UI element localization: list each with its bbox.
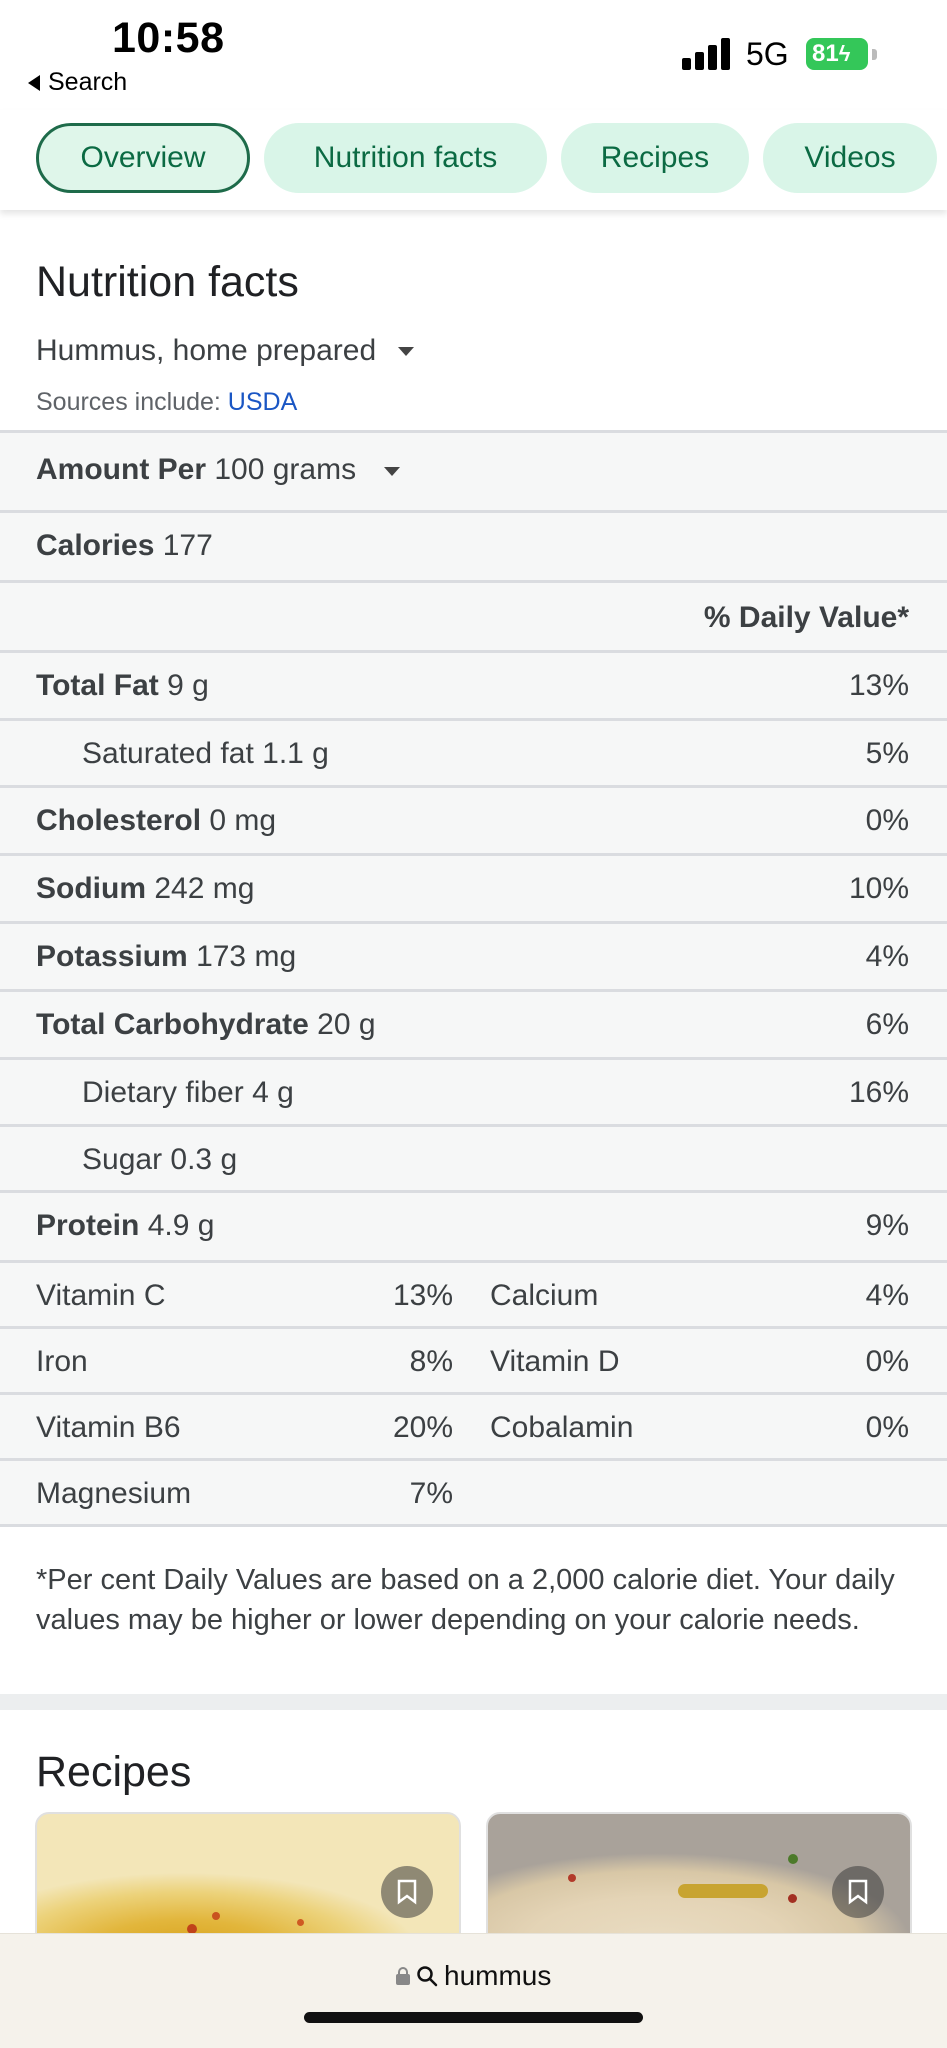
address-query: hummus	[444, 1960, 552, 1991]
nutrient-label: Protein	[36, 1209, 140, 1242]
vitamin-name: Magnesium	[36, 1477, 192, 1510]
nutrient-pct: 4%	[865, 940, 909, 973]
nutrient-row: Total Carbohydrate 20 g 6%	[0, 992, 947, 1060]
calories-row: Calories 177	[0, 513, 947, 583]
daily-value-footnote: *Per cent Daily Values are based on a 2,…	[36, 1564, 895, 1636]
nutrient-row: Sodium 242 mg 10%	[0, 856, 947, 924]
nutrient-label: Cholesterol	[36, 804, 202, 837]
amount-label: Amount Per	[36, 453, 207, 486]
back-label: Search	[48, 68, 128, 96]
back-to-search[interactable]: Search	[28, 68, 127, 97]
section-chips: Overview Nutrition facts Recipes Videos	[0, 110, 947, 210]
nutrient-row: Potassium 173 mg 4%	[0, 924, 947, 992]
vitamin-row: Vitamin B6 20% Cobalamin 0%	[0, 1395, 947, 1461]
nutrient-label: Total Fat	[36, 669, 159, 702]
calories-label: Calories	[36, 529, 155, 562]
food-selector[interactable]: Hummus, home prepared	[36, 334, 415, 368]
sources: Sources include: USDA	[36, 388, 297, 417]
lock-icon	[396, 1967, 410, 1985]
back-arrow-icon	[28, 74, 40, 91]
nutrient-row: Sugar 0.3 g	[0, 1127, 947, 1193]
nutrient-label: Potassium	[36, 940, 188, 973]
vitamin-name: Vitamin C	[36, 1279, 166, 1312]
bookmark-icon[interactable]	[832, 1866, 884, 1918]
network-type: 5G	[746, 36, 789, 72]
vitamin-pct: 8%	[409, 1345, 453, 1378]
chip-videos[interactable]: Videos	[763, 123, 937, 193]
nutrient-label: Saturated fat	[82, 737, 254, 770]
nutrient-amount: 242 mg	[154, 872, 255, 905]
nutrient-amount: 20 g	[317, 1008, 376, 1041]
sources-prefix: Sources include:	[36, 388, 221, 416]
vitamin-name: Iron	[36, 1345, 88, 1378]
nutrient-row: Cholesterol 0 mg 0%	[0, 788, 947, 856]
nutrient-pct: 5%	[865, 737, 909, 770]
vitamin-row: Vitamin C 13% Calcium 4%	[0, 1263, 947, 1329]
nutrient-label: Dietary fiber	[82, 1076, 244, 1109]
home-indicator	[304, 2012, 643, 2023]
address-bar[interactable]: hummus	[396, 1960, 551, 1992]
calories-value: 177	[162, 529, 213, 562]
vitamin-pct: 7%	[409, 1477, 453, 1510]
vitamins-grid: Vitamin C 13% Calcium 4% Iron 8% Vitamin…	[0, 1263, 947, 1527]
nutrient-label: Total Carbohydrate	[36, 1008, 309, 1041]
nutrient-amount: 0 mg	[209, 804, 277, 837]
vitamin-name: Vitamin D	[490, 1345, 620, 1378]
nutrient-row: Saturated fat 1.1 g 5%	[0, 721, 947, 788]
vitamin-row: Magnesium 7%	[0, 1461, 947, 1527]
nutrition-title: Nutrition facts	[36, 258, 299, 306]
nutrient-pct: 10%	[848, 872, 909, 905]
chip-nutrition-facts[interactable]: Nutrition facts	[264, 123, 547, 193]
nutrient-amount: 9 g	[167, 669, 209, 702]
nutrition-table: Amount Per 100 grams Calories 177 % Dail…	[0, 430, 947, 1527]
nutrient-pct: 6%	[865, 1008, 909, 1041]
nutrient-row: Total Fat 9 g 13%	[0, 653, 947, 721]
bookmark-icon[interactable]	[381, 1866, 433, 1918]
battery-level: 81	[812, 40, 839, 67]
nutrient-amount: 4.9 g	[147, 1209, 215, 1242]
clock: 10:58	[112, 14, 225, 62]
vitamin-name: Calcium	[490, 1279, 599, 1312]
vitamin-pct: 0%	[865, 1411, 909, 1444]
vitamin-pct: 0%	[865, 1345, 909, 1378]
nutrient-row: Protein 4.9 g 9%	[0, 1193, 947, 1263]
browser-bottom-bar: hummus	[0, 1933, 947, 2048]
nutrient-row: Dietary fiber 4 g 16%	[0, 1060, 947, 1127]
daily-value-header: % Daily Value*	[703, 601, 909, 634]
chip-recipes[interactable]: Recipes	[561, 123, 749, 193]
food-name: Hummus, home prepared	[36, 334, 377, 367]
nutrient-pct: 9%	[865, 1209, 909, 1242]
nutrient-amount: 173 mg	[196, 940, 297, 973]
nutrient-amount: 0.3 g	[170, 1143, 238, 1176]
battery-icon: 81 ϟ	[806, 38, 877, 70]
signal-icon	[682, 38, 732, 70]
status-bar: 10:58 Search 5G 81 ϟ	[0, 0, 947, 110]
vitamin-name: Cobalamin	[490, 1411, 634, 1444]
vitamin-pct: 20%	[392, 1411, 453, 1444]
dropdown-caret-icon	[384, 466, 401, 476]
daily-value-header-row: % Daily Value*	[0, 583, 947, 653]
nutrient-pct: 16%	[848, 1076, 909, 1109]
amount-value: 100 grams	[214, 453, 357, 486]
recipes-title: Recipes	[36, 1748, 192, 1796]
usda-link[interactable]: USDA	[228, 388, 297, 416]
nutrient-label: Sodium	[36, 872, 146, 905]
nutrient-label: Sugar	[82, 1143, 163, 1176]
dropdown-caret-icon	[398, 346, 415, 356]
section-divider	[0, 1694, 947, 1710]
vitamin-row: Iron 8% Vitamin D 0%	[0, 1329, 947, 1395]
nutrient-pct: 0%	[865, 804, 909, 837]
nutrient-amount: 4 g	[252, 1076, 294, 1109]
search-icon	[417, 1966, 438, 1987]
vitamin-pct: 4%	[865, 1279, 909, 1312]
vitamin-name: Vitamin B6	[36, 1411, 181, 1444]
amount-row[interactable]: Amount Per 100 grams	[0, 433, 947, 513]
vitamin-pct: 13%	[392, 1279, 453, 1312]
nutrient-amount: 1.1 g	[262, 737, 329, 770]
nutrient-pct: 13%	[848, 669, 909, 702]
chip-overview[interactable]: Overview	[36, 123, 250, 193]
